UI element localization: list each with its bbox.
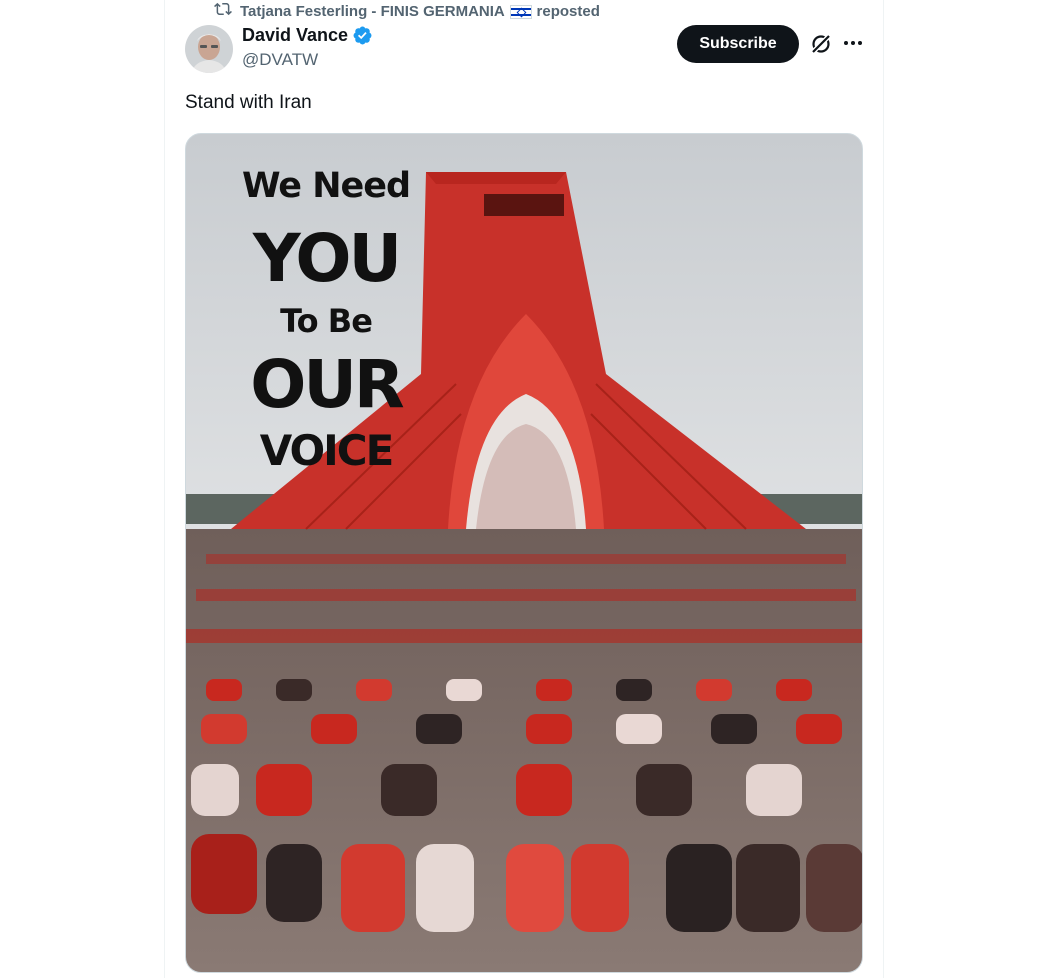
author-handle[interactable]: @DVATW <box>242 50 318 70</box>
more-icon[interactable] <box>842 32 864 54</box>
poster-line-1: We Need <box>241 166 411 206</box>
grok-icon[interactable] <box>809 32 833 56</box>
repost-label: reposted <box>536 2 600 20</box>
avatar[interactable] <box>185 25 233 73</box>
verified-badge-icon[interactable] <box>352 25 373 46</box>
tweet-text: Stand with Iran <box>185 92 312 113</box>
repost-icon <box>214 0 232 22</box>
israel-flag-icon <box>510 4 533 19</box>
poster-line-4: OUR <box>250 346 405 423</box>
timeline-left-border <box>164 0 165 978</box>
author-display-name[interactable]: David Vance <box>242 25 348 46</box>
repost-context[interactable]: Tatjana Festerling - FINIS GERMANIA repo… <box>214 2 600 20</box>
poster-line-5: VOICE <box>259 426 395 475</box>
reposter-name[interactable]: Tatjana Festerling - FINIS GERMANIA <box>240 3 504 20</box>
timeline-right-border <box>883 0 884 978</box>
poster-line-2: YOU <box>252 220 402 297</box>
subscribe-button[interactable]: Subscribe <box>677 25 799 63</box>
tweet-media-image[interactable]: We Need YOU To Be OUR VOICE <box>185 133 863 973</box>
poster-line-3: To Be <box>280 302 373 340</box>
